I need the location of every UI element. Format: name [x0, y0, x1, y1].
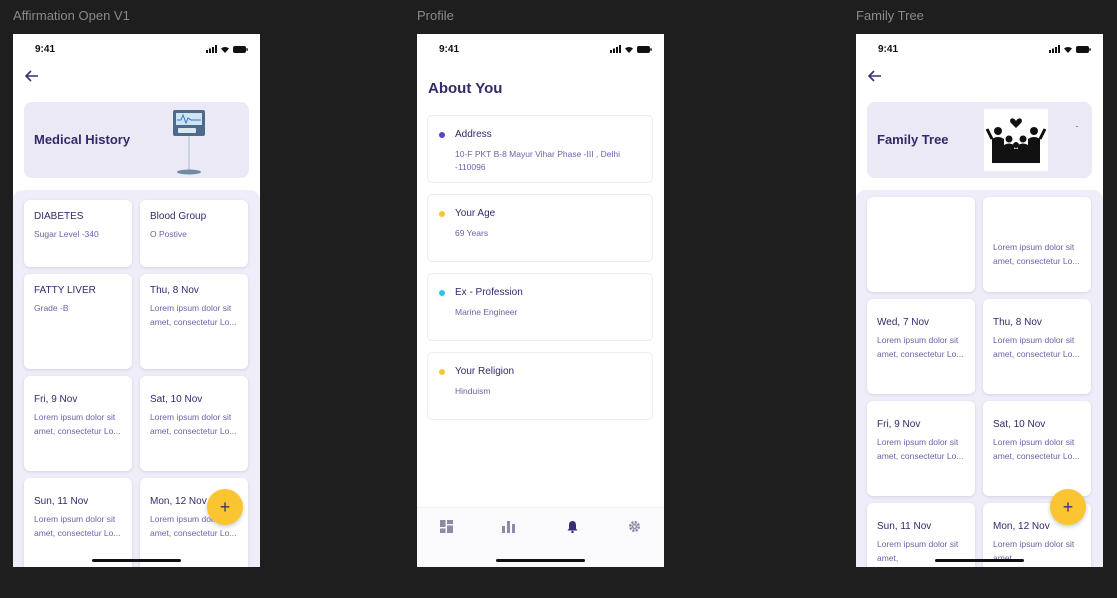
card-title: Fri, 9 Nov	[877, 419, 921, 430]
status-bar: 9:41	[856, 34, 1103, 64]
bottom-tab-bar	[417, 507, 664, 567]
medical-card[interactable]: Sun, 11 Nov Lorem ipsum dolor sit amet, …	[24, 478, 132, 567]
family-tree-header: Family Tree	[867, 102, 1092, 178]
medical-card[interactable]: Fri, 9 Nov Lorem ipsum dolor sit amet, c…	[24, 376, 132, 471]
family-card[interactable]: Fri, 9 Nov Lorem ipsum dolor sit amet, c…	[867, 401, 975, 496]
card-title: Wed, 7 Nov	[877, 317, 930, 328]
status-icons	[206, 45, 248, 53]
wifi-icon	[221, 46, 229, 53]
status-bar: 9:41	[13, 34, 260, 64]
card-body: Lorem ipsum dolor sit amet, consectetur …	[34, 514, 121, 538]
item-title: Your Age	[455, 208, 496, 219]
card-body: Lorem ipsum dolor sit amet, consectetur …	[877, 437, 964, 461]
item-value: 10-F PKT B-8 Mayur Vihar Phase -III , De…	[455, 149, 621, 172]
page-title: About You	[428, 80, 503, 97]
card-title: Thu, 8 Nov	[993, 317, 1042, 328]
chart-icon[interactable]	[501, 520, 515, 534]
item-title: Ex - Profession	[455, 287, 523, 298]
status-time: 9:41	[439, 43, 460, 55]
status-icons	[1049, 45, 1091, 53]
item-value: Hinduism	[455, 386, 491, 396]
status-icons	[610, 45, 652, 53]
family-card[interactable]: Thu, 8 Nov Lorem ipsum dolor sit amet, c…	[983, 299, 1091, 394]
card-body: Grade -B	[34, 303, 69, 313]
item-value: 69 Years	[455, 228, 489, 238]
family-card[interactable]	[867, 197, 975, 292]
dashboard-icon[interactable]	[439, 520, 453, 534]
gear-icon[interactable]	[627, 520, 641, 534]
bullet-dot	[439, 369, 445, 375]
card-title: Sun, 11 Nov	[34, 496, 89, 507]
medical-card[interactable]: DIABETES Sugar Level -340	[24, 200, 132, 267]
medical-history-header: Medical History	[24, 102, 249, 178]
home-indicator	[92, 559, 181, 562]
signal-icon	[206, 45, 217, 53]
family-card[interactable]: Sat, 10 Nov Lorem ipsum dolor sit amet, …	[983, 401, 1091, 496]
card-body: Lorem ipsum dolor sit amet, consectetur …	[993, 335, 1080, 359]
bell-icon[interactable]	[565, 520, 579, 534]
bullet-dot	[439, 211, 445, 217]
profile-item-age[interactable]: Your Age 69 Years	[427, 194, 653, 262]
phone-medical-history: 9:41 Medical History DIABETES Sugar Leve…	[13, 34, 260, 567]
card-body: Lorem ipsum dolor sit amet, consectetur …	[150, 303, 237, 327]
frame-label-affirmation: Affirmation Open V1	[13, 8, 130, 23]
medical-card[interactable]: Thu, 8 Nov Lorem ipsum dolor sit amet, c…	[140, 274, 248, 369]
wifi-icon	[625, 46, 633, 53]
profile-item-address[interactable]: Address 10-F PKT B-8 Mayur Vihar Phase -…	[427, 115, 653, 183]
profile-item-profession[interactable]: Ex - Profession Marine Engineer	[427, 273, 653, 341]
battery-icon	[1076, 45, 1091, 53]
frame-label-profile: Profile	[417, 8, 454, 23]
add-button[interactable]: +	[207, 489, 243, 525]
status-time: 9:41	[878, 43, 899, 55]
phone-family-tree: 9:41 Family Tree Lorem ipsum dolor sit a…	[856, 34, 1103, 567]
card-body: Lorem ipsum dolor sit amet, consectetur …	[150, 412, 237, 436]
card-body: Lorem ipsum dolor sit amet, consectetur …	[993, 242, 1080, 266]
card-title: DIABETES	[34, 211, 84, 222]
card-title: FATTY LIVER	[34, 285, 96, 296]
card-body: Sugar Level -340	[34, 229, 99, 239]
status-time: 9:41	[35, 43, 56, 55]
wifi-icon	[1064, 46, 1072, 53]
medical-card[interactable]: Blood Group O Postive	[140, 200, 248, 267]
card-title: Thu, 8 Nov	[150, 285, 199, 296]
card-body: O Postive	[150, 229, 187, 239]
card-body: Lorem ipsum dolor sit amet, consectetur …	[877, 335, 964, 359]
card-body: Lorem ipsum dolor sit amet, consectetur …	[993, 437, 1080, 461]
family-illustration	[984, 109, 1048, 171]
item-title: Address	[455, 129, 492, 140]
bullet-dot	[439, 290, 445, 296]
card-title: Fri, 9 Nov	[34, 394, 78, 405]
phone-profile: 9:41 About You Address 10-F PKT B-8 Mayu…	[417, 34, 664, 567]
medical-monitor-illustration	[173, 110, 205, 175]
status-bar: 9:41	[417, 34, 664, 64]
medical-card[interactable]: Sat, 10 Nov Lorem ipsum dolor sit amet, …	[140, 376, 248, 471]
signal-icon	[610, 45, 621, 53]
profile-item-religion[interactable]: Your Religion Hinduism	[427, 352, 653, 420]
dot-mark	[1076, 126, 1078, 127]
family-card[interactable]: Wed, 7 Nov Lorem ipsum dolor sit amet, c…	[867, 299, 975, 394]
card-title: Sat, 10 Nov	[150, 394, 203, 405]
add-button[interactable]: +	[1050, 489, 1086, 525]
family-card[interactable]: Sun, 11 Nov Lorem ipsum dolor sit amet,	[867, 503, 975, 567]
frame-label-family-tree: Family Tree	[856, 8, 924, 23]
home-indicator	[935, 559, 1024, 562]
back-arrow-icon[interactable]	[867, 70, 888, 86]
card-body: Lorem ipsum dolor sit amet, consectetur …	[34, 412, 121, 436]
family-card[interactable]: Lorem ipsum dolor sit amet, consectetur …	[983, 197, 1091, 292]
back-arrow-icon[interactable]	[24, 70, 45, 86]
card-title: Sat, 10 Nov	[993, 419, 1046, 430]
page-title: Family Tree	[877, 132, 949, 147]
medical-card[interactable]: FATTY LIVER Grade -B	[24, 274, 132, 369]
card-title: Blood Group	[150, 211, 207, 222]
battery-icon	[637, 45, 652, 53]
card-title: Sun, 11 Nov	[877, 521, 932, 532]
bullet-dot	[439, 132, 445, 138]
battery-icon	[233, 45, 248, 53]
item-value: Marine Engineer	[455, 307, 518, 317]
page-title: Medical History	[34, 132, 131, 147]
home-indicator	[496, 559, 585, 562]
item-title: Your Religion	[455, 366, 515, 377]
signal-icon	[1049, 45, 1060, 53]
